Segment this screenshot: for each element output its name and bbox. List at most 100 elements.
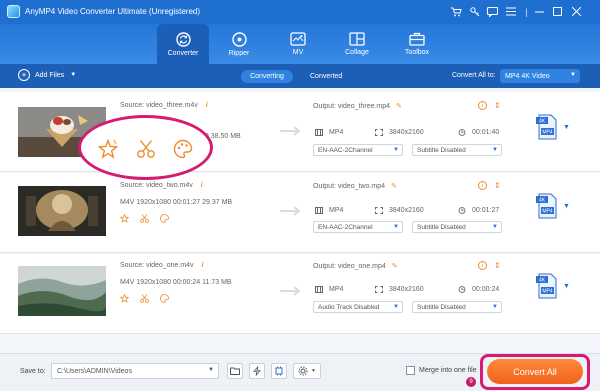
chevron-down-icon: ▼ xyxy=(393,147,399,153)
source-filename: Source: video_two.m4v i xyxy=(120,182,203,189)
minimize-icon[interactable] xyxy=(533,5,546,18)
audio-track-select[interactable]: EN-AAC-2Channel ▼ xyxy=(313,144,403,156)
audio-track-select[interactable]: Audio Track Disabled ▼ xyxy=(313,301,403,313)
film-icon xyxy=(315,286,323,293)
video-thumbnail[interactable] xyxy=(18,186,106,236)
chevron-down-icon: ▼ xyxy=(393,304,399,310)
chevron-down-icon: ▼ xyxy=(570,72,576,78)
tab-converting[interactable]: Converting xyxy=(241,70,293,83)
palette-icon[interactable] xyxy=(160,214,169,223)
add-files-label: Add Files xyxy=(35,71,65,79)
convert-all-button[interactable]: Convert All xyxy=(487,359,583,384)
output-format-text: MP4 xyxy=(329,129,344,136)
compress-icon[interactable]: ⇕ xyxy=(494,181,501,190)
convert-all-to-label: Convert All to: xyxy=(452,72,496,79)
edit-name-icon[interactable]: ✎ xyxy=(396,103,402,110)
merge-checkbox[interactable] xyxy=(406,366,415,375)
output-resolution: 3840x2160 xyxy=(375,129,424,136)
tab-converter[interactable]: Converter xyxy=(157,24,209,64)
add-files-button[interactable]: + Add Files ▼ xyxy=(18,69,76,81)
output-resolution-text: 3840x2160 xyxy=(389,286,424,293)
chevron-down-icon[interactable]: ▼ xyxy=(70,72,76,78)
subtitle-value: Subtitle Disabled xyxy=(417,146,466,154)
subtitle-select[interactable]: Subtitle Disabled ▼ xyxy=(412,144,502,156)
palette-icon[interactable] xyxy=(160,294,169,303)
gpu-accel-button[interactable] xyxy=(271,363,287,379)
resize-icon xyxy=(375,207,383,214)
hardware-accel-button[interactable] xyxy=(249,363,265,379)
mv-icon xyxy=(290,32,306,46)
arrow-right-icon xyxy=(280,126,301,136)
compress-icon[interactable]: ⇕ xyxy=(494,101,501,110)
tab-collage[interactable]: Collage xyxy=(331,24,383,64)
cut-icon[interactable] xyxy=(140,214,149,223)
save-to-label: Save to: xyxy=(20,368,46,375)
info-icon[interactable]: i xyxy=(478,101,487,110)
file-row: Source: video_two.m4v i M4V 1920x1080 00… xyxy=(0,173,600,253)
cut-icon[interactable] xyxy=(136,139,156,159)
convert-icon xyxy=(175,31,191,47)
output-format-text: MP4 xyxy=(329,207,344,214)
chat-icon[interactable] xyxy=(486,5,499,18)
notification-badge: 9 xyxy=(466,377,476,387)
edit-name-icon[interactable]: ✎ xyxy=(392,263,398,270)
save-path-value: C:\Users\ADMIN\Videos xyxy=(57,367,132,375)
chip-icon xyxy=(275,366,283,376)
edit-name-icon[interactable]: ✎ xyxy=(391,183,397,190)
compress-icon[interactable]: ⇕ xyxy=(494,261,501,270)
info-icon[interactable]: i xyxy=(202,262,204,269)
settings-button[interactable]: ▼ xyxy=(293,363,321,379)
tab-collage-label: Collage xyxy=(345,49,369,56)
separator: | xyxy=(525,6,528,17)
plus-icon: + xyxy=(18,69,30,81)
app-title: AnyMP4 Video Converter Ultimate (Unregis… xyxy=(25,7,201,16)
chevron-down-icon: ▼ xyxy=(492,147,498,153)
output-duration-text: 00:01:27 xyxy=(472,207,500,214)
mp4-4k-format-icon[interactable]: 4K MP4 xyxy=(536,273,558,299)
output-filename: Output: video_three.mp4 ✎ xyxy=(313,102,402,110)
chevron-down-icon[interactable]: ▼ xyxy=(563,283,570,290)
info-icon[interactable]: i xyxy=(206,102,208,109)
open-folder-button[interactable] xyxy=(227,363,243,379)
enhance-icon[interactable] xyxy=(98,139,118,159)
source-filename-text: Source: video_one.m4v xyxy=(120,262,194,269)
cart-icon[interactable] xyxy=(450,5,463,18)
tab-toolbox[interactable]: Toolbox xyxy=(391,24,443,64)
key-icon[interactable] xyxy=(468,5,481,18)
output-filename: Output: video_two.mp4 ✎ xyxy=(313,182,397,190)
cut-icon[interactable] xyxy=(140,294,149,303)
subtitle-select[interactable]: Subtitle Disabled ▼ xyxy=(412,301,502,313)
chevron-down-icon: ▼ xyxy=(311,368,316,374)
chevron-down-icon[interactable]: ▼ xyxy=(563,124,570,131)
subtitle-select[interactable]: Subtitle Disabled ▼ xyxy=(412,221,502,233)
output-duration-text: 00:01:40 xyxy=(472,129,500,136)
info-icon[interactable]: i xyxy=(478,181,487,190)
output-resolution: 3840x2160 xyxy=(375,207,424,214)
mp4-4k-format-icon[interactable]: 4K MP4 xyxy=(536,193,558,219)
info-icon[interactable]: i xyxy=(201,182,203,189)
tab-mv[interactable]: MV xyxy=(272,24,324,64)
chevron-down-icon[interactable]: ▼ xyxy=(563,203,570,210)
clock-icon xyxy=(458,286,466,293)
output-filename: Output: video_one.mp4 ✎ xyxy=(313,262,398,270)
maximize-icon[interactable] xyxy=(551,5,564,18)
palette-icon[interactable] xyxy=(173,139,193,159)
video-thumbnail[interactable] xyxy=(18,266,106,316)
source-filename: Source: video_three.m4v i xyxy=(120,102,208,109)
enhance-icon[interactable] xyxy=(120,214,129,223)
chevron-down-icon: ▼ xyxy=(492,224,498,230)
enhance-icon[interactable] xyxy=(120,294,129,303)
audio-track-select[interactable]: EN-AAC-2Channel ▼ xyxy=(313,221,403,233)
output-format-text: MP4 xyxy=(329,286,344,293)
output-format-select[interactable]: MP4 4K Video ▼ xyxy=(500,69,580,83)
menu-icon[interactable] xyxy=(504,5,517,18)
save-path-select[interactable]: C:\Users\ADMIN\Videos ▼ xyxy=(51,363,219,379)
close-icon[interactable] xyxy=(570,5,583,18)
source-meta: M4V 1920x1080 00:01:27 29.37 MB xyxy=(120,199,233,206)
tab-converted[interactable]: Converted xyxy=(310,70,342,83)
gear-icon xyxy=(298,366,308,376)
tab-ripper[interactable]: Ripper xyxy=(213,24,265,64)
mp4-4k-format-icon[interactable]: 4K MP4 xyxy=(536,114,558,140)
chevron-down-icon: ▼ xyxy=(492,304,498,310)
info-icon[interactable]: i xyxy=(478,261,487,270)
